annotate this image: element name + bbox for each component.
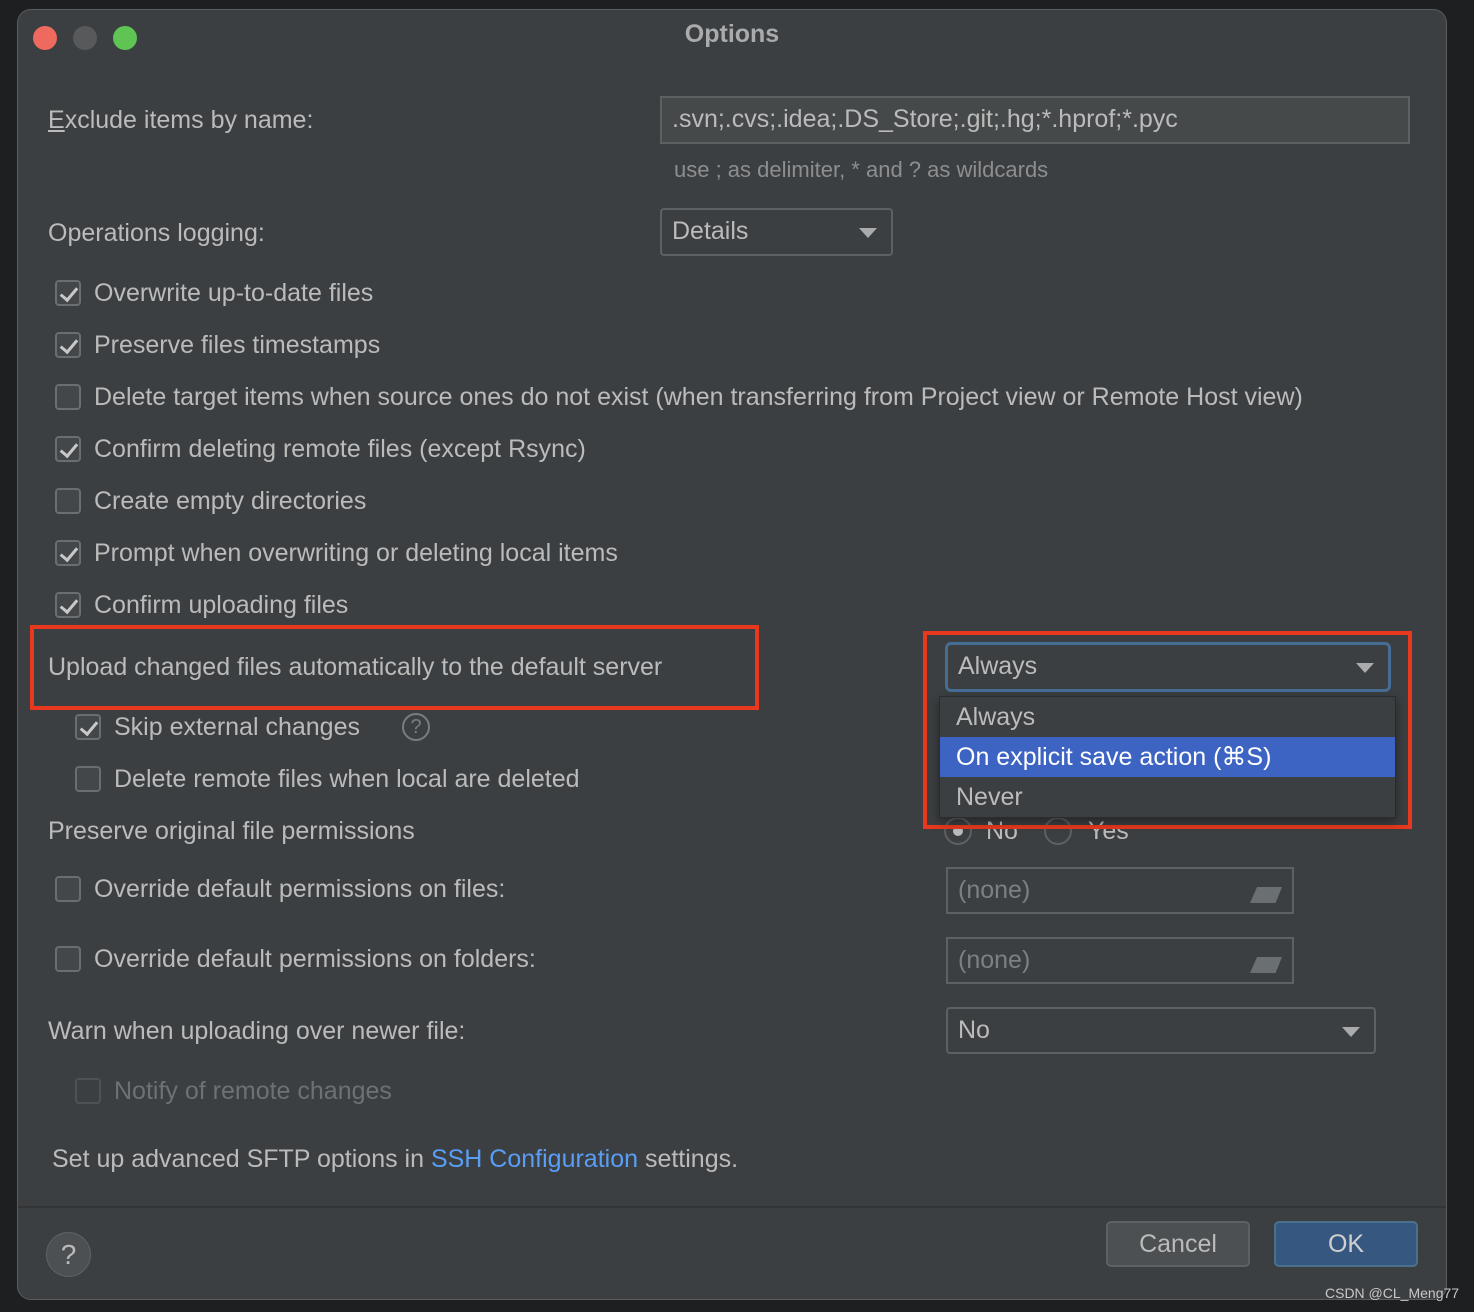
option-checkbox[interactable] (55, 384, 81, 410)
folder-open-icon[interactable] (1250, 887, 1282, 903)
help-icon[interactable]: ? (402, 713, 430, 741)
folder-open-icon[interactable] (1250, 957, 1282, 973)
override-files-checkbox[interactable] (55, 876, 81, 902)
delete-remote-label: Delete remote files when local are delet… (114, 765, 580, 793)
option-label: Create empty directories (94, 487, 367, 515)
exclude-label: Exclude items by name: (48, 106, 314, 134)
exclude-hint: use ; as delimiter, * and ? as wildcards (674, 157, 1049, 182)
logging-combobox[interactable]: Details (660, 208, 893, 256)
ok-button[interactable]: OK (1274, 1221, 1418, 1267)
annotation-box (30, 625, 759, 710)
exclude-input[interactable]: .svn;.cvs;.idea;.DS_Store;.git;.hg;*.hpr… (660, 96, 1410, 144)
warn-label: Warn when uploading over newer file: (48, 1017, 466, 1045)
files-permissions-value: (none) (958, 876, 1031, 904)
preserve-permissions-label: Preserve original file permissions (48, 817, 415, 845)
option-label: Delete target items when source ones do … (94, 383, 1303, 411)
option-checkbox[interactable] (55, 332, 81, 358)
option-checkbox[interactable] (55, 436, 81, 462)
option-always[interactable]: Always (940, 697, 1395, 737)
watermark: CSDN @CL_Meng77 (1325, 1285, 1460, 1301)
option-checkbox[interactable] (55, 280, 81, 306)
logging-label: Operations logging: (48, 219, 265, 247)
override-files-label: Override default permissions on files: (94, 875, 506, 903)
delete-remote-checkbox[interactable] (75, 766, 101, 792)
ssh-configuration-link[interactable]: SSH Configuration (431, 1145, 638, 1173)
skip-external-checkbox[interactable] (75, 714, 101, 740)
chevron-down-icon (859, 228, 877, 238)
option-never[interactable]: Never (940, 777, 1395, 817)
notify-checkbox[interactable] (75, 1078, 101, 1104)
override-folders-checkbox[interactable] (55, 946, 81, 972)
option-checkbox[interactable] (55, 540, 81, 566)
folders-permissions-input[interactable]: (none) (946, 937, 1294, 984)
option-on-explicit-save[interactable]: On explicit save action (⌘S) (940, 737, 1395, 777)
option-label: Prompt when overwriting or deleting loca… (94, 539, 618, 567)
override-folders-label: Override default permissions on folders: (94, 945, 536, 973)
help-button[interactable]: ? (46, 1232, 91, 1277)
upload-dropdown-list: Always On explicit save action (⌘S) Neve… (939, 696, 1396, 818)
notify-label: Notify of remote changes (114, 1077, 392, 1105)
warn-value: No (958, 1016, 990, 1044)
chevron-down-icon (1342, 1027, 1360, 1037)
cancel-button[interactable]: Cancel (1106, 1221, 1250, 1267)
option-label: Preserve files timestamps (94, 331, 381, 359)
option-checkbox[interactable] (55, 488, 81, 514)
dialog-title: Options (684, 20, 780, 48)
sftp-note: Set up advanced SFTP options in SSH Conf… (52, 1145, 739, 1173)
option-checkbox[interactable] (55, 592, 81, 618)
footer-divider (18, 1206, 1446, 1208)
folders-permissions-value: (none) (958, 946, 1031, 974)
warn-combobox[interactable]: No (946, 1007, 1376, 1054)
option-label: Confirm deleting remote files (except Rs… (94, 435, 586, 463)
files-permissions-input[interactable]: (none) (946, 867, 1294, 914)
logging-value: Details (672, 217, 749, 245)
option-label: Overwrite up-to-date files (94, 279, 374, 307)
skip-external-label: Skip external changes (114, 713, 360, 741)
option-label: Confirm uploading files (94, 591, 349, 619)
